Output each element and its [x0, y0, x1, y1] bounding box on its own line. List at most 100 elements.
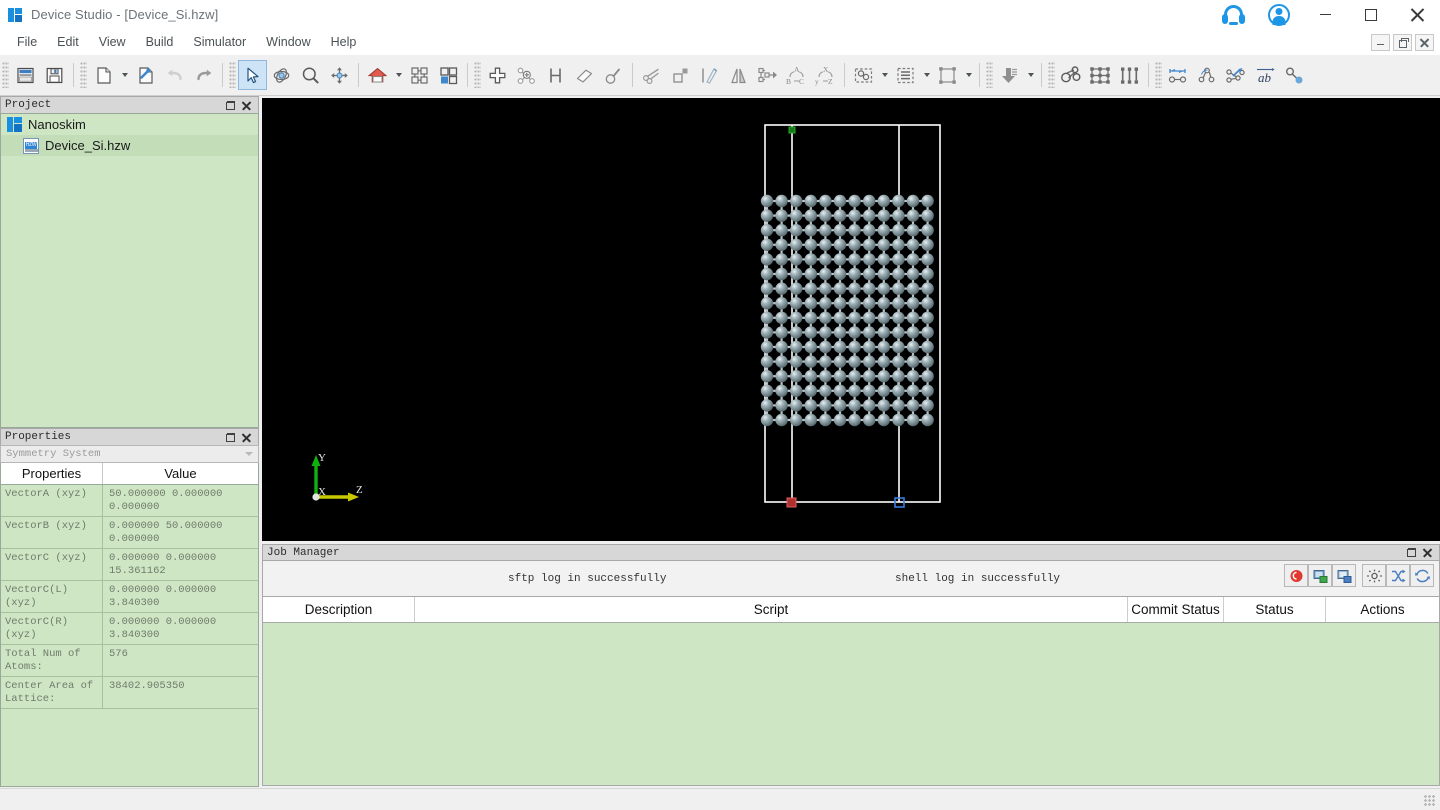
- atom[interactable]: [760, 224, 774, 237]
- atom[interactable]: [833, 282, 847, 295]
- label-button[interactable]: ab: [1251, 60, 1280, 90]
- atom[interactable]: [877, 326, 890, 339]
- rotate-tool-button[interactable]: [267, 60, 296, 90]
- layer-list-dropdown-arrow[interactable]: [920, 60, 933, 90]
- atom[interactable]: [833, 224, 847, 237]
- atom[interactable]: [921, 370, 934, 383]
- atom[interactable]: [790, 224, 803, 237]
- atom[interactable]: [760, 370, 774, 383]
- atom[interactable]: [906, 340, 920, 354]
- atom[interactable]: [921, 194, 934, 208]
- tree-item-nanoskim[interactable]: Nanoskim: [1, 114, 258, 135]
- atom[interactable]: [863, 355, 876, 368]
- atom[interactable]: [921, 267, 934, 281]
- atom[interactable]: [921, 253, 934, 266]
- atom[interactable]: [804, 384, 817, 397]
- atom[interactable]: [863, 297, 876, 310]
- toolbar-grip-7[interactable]: [1155, 62, 1162, 88]
- atom[interactable]: [775, 282, 788, 295]
- atom[interactable]: [790, 194, 803, 208]
- transform-button[interactable]: [753, 60, 782, 90]
- atom[interactable]: [848, 340, 861, 354]
- atom[interactable]: [863, 384, 876, 397]
- atom[interactable]: [921, 340, 934, 354]
- atom[interactable]: [892, 326, 905, 339]
- atom[interactable]: [848, 326, 861, 339]
- print-preview-button[interactable]: [11, 60, 40, 90]
- atom[interactable]: [775, 194, 788, 208]
- atom[interactable]: [819, 238, 832, 251]
- atom[interactable]: [877, 267, 890, 281]
- table-row[interactable]: VectorA (xyz) 50.000000 0.000000 0.00000…: [1, 485, 258, 517]
- atom[interactable]: [760, 209, 774, 222]
- atom[interactable]: [819, 399, 832, 412]
- atom[interactable]: [790, 413, 803, 427]
- atom[interactable]: [760, 399, 774, 412]
- atom[interactable]: [775, 370, 788, 383]
- atom[interactable]: [775, 297, 788, 310]
- atom[interactable]: [921, 399, 934, 412]
- atom[interactable]: [775, 224, 788, 237]
- layer-list-button[interactable]: [891, 60, 920, 90]
- atom[interactable]: [804, 399, 817, 412]
- toolbar-grip-5[interactable]: [986, 62, 993, 88]
- properties-panel-close-icon[interactable]: [242, 433, 251, 442]
- atom[interactable]: [790, 209, 803, 222]
- atom[interactable]: [804, 355, 817, 368]
- atom[interactable]: [906, 238, 920, 251]
- mirror-button[interactable]: [724, 60, 753, 90]
- atom[interactable]: [804, 224, 817, 237]
- add-molecule-button[interactable]: [512, 60, 541, 90]
- atom[interactable]: [892, 224, 905, 237]
- atom[interactable]: [819, 340, 832, 354]
- atom[interactable]: [906, 224, 920, 237]
- atom[interactable]: [921, 413, 934, 427]
- new-file-dropdown-arrow[interactable]: [118, 60, 131, 90]
- atom[interactable]: [906, 194, 920, 208]
- atom[interactable]: [877, 340, 890, 354]
- atom[interactable]: [863, 194, 876, 208]
- toolbar-grip-6[interactable]: [1048, 62, 1055, 88]
- atom[interactable]: [848, 370, 861, 383]
- atom[interactable]: [863, 253, 876, 266]
- atom[interactable]: [892, 238, 905, 251]
- toolbar-grip-3[interactable]: [229, 62, 236, 88]
- atom[interactable]: [921, 282, 934, 295]
- atom[interactable]: [863, 370, 876, 383]
- toolbar-grip-2[interactable]: [80, 62, 87, 88]
- atom[interactable]: [775, 253, 788, 266]
- slab-button[interactable]: [695, 60, 724, 90]
- atom[interactable]: [863, 282, 876, 295]
- atom[interactable]: [848, 224, 861, 237]
- atom[interactable]: [760, 282, 774, 295]
- cut-bond-button[interactable]: [637, 60, 666, 90]
- atom[interactable]: [804, 267, 817, 281]
- atom[interactable]: [819, 326, 832, 339]
- atom[interactable]: [877, 413, 890, 427]
- measure-button[interactable]: [599, 60, 628, 90]
- measure-dihedral-button[interactable]: [1222, 60, 1251, 90]
- atom[interactable]: [760, 194, 774, 208]
- ball-stick-button[interactable]: [1057, 60, 1086, 90]
- table-row[interactable]: Total Num of Atoms: 576: [1, 645, 258, 677]
- select-atoms-dropdown-arrow[interactable]: [878, 60, 891, 90]
- window-minimize-button[interactable]: [1302, 0, 1348, 29]
- atom[interactable]: [906, 399, 920, 412]
- stop-job-button[interactable]: [1284, 564, 1308, 587]
- atom[interactable]: [921, 384, 934, 397]
- atom[interactable]: [775, 209, 788, 222]
- atom[interactable]: [833, 340, 847, 354]
- menu-file[interactable]: File: [7, 32, 47, 52]
- atom[interactable]: [906, 384, 920, 397]
- atom[interactable]: [819, 370, 832, 383]
- import-dropdown-arrow[interactable]: [1024, 60, 1037, 90]
- atom[interactable]: [804, 253, 817, 266]
- add-atom-button[interactable]: [483, 60, 512, 90]
- atom[interactable]: [892, 267, 905, 281]
- reorder-abc-button[interactable]: A B C: [782, 60, 811, 90]
- atom[interactable]: [775, 355, 788, 368]
- job-settings-button[interactable]: [1362, 564, 1386, 587]
- select-atoms-button[interactable]: [849, 60, 878, 90]
- atom[interactable]: [877, 355, 890, 368]
- atom[interactable]: [775, 384, 788, 397]
